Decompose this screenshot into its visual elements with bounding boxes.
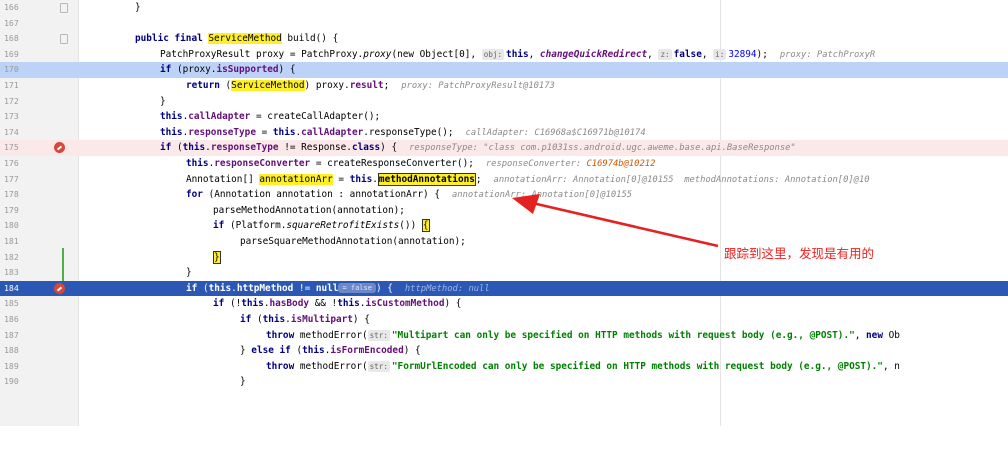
code-line-177[interactable]: 177 Annotation[] annotationArr = this.me… [0,172,1008,188]
code-text: } [213,250,221,266]
param-hint: i: [713,48,727,60]
line-number: 186 [4,314,19,324]
code-editor[interactable]: 166 } 167 168 public final ServiceMethod… [0,0,1008,426]
fold-marker-icon[interactable] [60,34,68,45]
code-line-176[interactable]: 176 this.responseConverter = createRespo… [0,156,1008,172]
code-line-166[interactable]: 166 } [0,0,1008,16]
code-line-178[interactable]: 178 for (Annotation annotation : annotat… [0,187,1008,203]
param-hint: str: [367,329,390,341]
line-number: 175 [4,142,19,153]
breakpoint-icon[interactable] [54,282,65,294]
line-number: 176 [4,158,19,168]
code-line-170[interactable]: 170 if (proxy.isSupported) { [0,62,1008,78]
fold-marker-icon[interactable] [60,3,68,13]
line-number: 179 [4,204,19,215]
code-text: this.responseConverter = createResponseC… [186,158,656,169]
param-hint: obj: [481,48,505,60]
code-line-184[interactable]: 184 if (this.httpMethod != null = false) … [0,280,1008,297]
line-number: 190 [4,376,19,387]
code-text: PatchProxyResult proxy = PatchProxy.prox… [160,48,876,60]
line-number: 172 [4,95,19,106]
code-line-171[interactable]: 171 return (ServiceMethod) proxy.result;… [0,78,1008,94]
code-text: if (this.responseType != Response.class)… [160,142,796,154]
code-line-185[interactable]: 185 if (!this.hasBody && !this.isCustomM… [0,296,1008,312]
line-number: 187 [4,329,19,340]
code-text: } [186,267,192,279]
code-line-169[interactable]: 169 PatchProxyResult proxy = PatchProxy.… [0,47,1008,63]
code-text: for (Annotation annotation : annotationA… [186,189,633,201]
line-number: 182 [4,251,19,262]
highlighted-variable: annotationArr [259,173,333,185]
line-number: 181 [4,236,19,246]
debug-value: callAdapter: C16968a$C16971b@10174 [465,127,646,138]
line-number: 170 [4,64,19,75]
code-text: if (Platform.squareRetrofitExists()) { [213,219,430,233]
code-line-168[interactable]: 168 public final ServiceMethod build() { [0,31,1008,47]
code-text: return (ServiceMethod) proxy.result; prox… [186,80,555,91]
debug-value: responseConverter: C16974b@10212 [485,159,656,169]
code-text: if (this.httpMethod != null = false) {htt… [186,282,490,294]
debug-value: responseType: "class com.p1031ss.android… [409,143,796,154]
line-number: 189 [4,360,19,371]
line-number: 177 [4,173,19,184]
code-text: this.responseType = this.callAdapter.res… [160,126,646,138]
line-number: 185 [4,298,19,309]
code-line-190[interactable]: 190 } [0,374,1008,386]
line-number: 171 [4,80,19,90]
highlighted-type: ServiceMethod [208,33,282,45]
code-line-189[interactable]: 189 throw methodError(str: "FormUrlEncode… [0,359,1008,375]
code-line-173[interactable]: 173 this.callAdapter = createCallAdapter… [0,109,1008,125]
code-line-179[interactable]: 179 parseMethodAnnotation(annotation); [0,203,1008,219]
code-text: } else if (this.isFormEncoded) { [240,345,421,357]
code-text: this.callAdapter = createCallAdapter(); [160,111,381,123]
debug-value: proxy: PatchProxyResult@10173 [401,81,555,91]
param-hint: z: [658,48,672,60]
line-number: 169 [4,48,19,59]
line-number: 184 [4,282,19,293]
matched-brace: } [213,250,221,264]
code-text: if (this.isMultipart) { [240,314,370,325]
code-line-167[interactable]: 167 [0,16,1008,32]
code-line-188[interactable]: 188 } else if (this.isFormEncoded) { [0,343,1008,359]
code-line-187[interactable]: 187 throw methodError(str: "Multipart can… [0,328,1008,344]
code-text: if (!this.hasBody && !this.isCustomMetho… [213,298,462,310]
line-number: 183 [4,267,19,278]
line-number: 174 [4,126,19,137]
code-line-183[interactable]: 183 } [0,265,1008,281]
inline-value-badge: = false [338,282,376,293]
debug-value: annotationArr: Annotation[0]@10155 [452,190,633,201]
line-number: 180 [4,220,19,231]
highlighted-field: methodAnnotations [377,172,476,186]
code-line-180[interactable]: 180 if (Platform.squareRetrofitExists())… [0,218,1008,234]
line-number: 168 [4,33,19,44]
code-text: } [160,95,166,107]
code-text: throw methodError(str: "Multipart can onl… [266,329,900,341]
debug-value: annotationArr: Annotation[0]@10155 metho… [493,174,870,185]
annotation-note: 跟踪到这里，发现是有用的 [724,246,875,261]
code-line-172[interactable]: 172 } [0,94,1008,110]
breakpoint-icon[interactable] [54,142,65,154]
code-text: public final ServiceMethod build() { [135,33,339,45]
debug-value: proxy: PatchProxyR [779,49,876,60]
code-text: Annotation[] annotationArr = this.method… [186,172,870,186]
code-line-174[interactable]: 174 this.responseType = this.callAdapter… [0,125,1008,141]
code-text: } [135,2,141,13]
line-number: 167 [4,17,19,28]
debug-value: httpMethod: null [404,283,490,294]
code-line-186[interactable]: 186 if (this.isMultipart) { [0,312,1008,328]
param-hint: str: [367,360,390,372]
matched-brace: { [421,219,430,233]
code-text: if (proxy.isSupported) { [160,64,296,76]
code-text: parseSquareMethodAnnotation(annotation); [240,236,466,247]
line-number: 178 [4,189,19,200]
code-text: } [240,376,246,387]
line-number: 188 [4,345,19,356]
code-text: parseMethodAnnotation(annotation); [213,204,405,216]
code-line-175[interactable]: 175 if (this.responseType != Response.cl… [0,140,1008,156]
line-number: 173 [4,111,19,122]
code-text: throw methodError(str: "FormUrlEncoded ca… [266,360,900,372]
line-number: 166 [4,2,19,12]
